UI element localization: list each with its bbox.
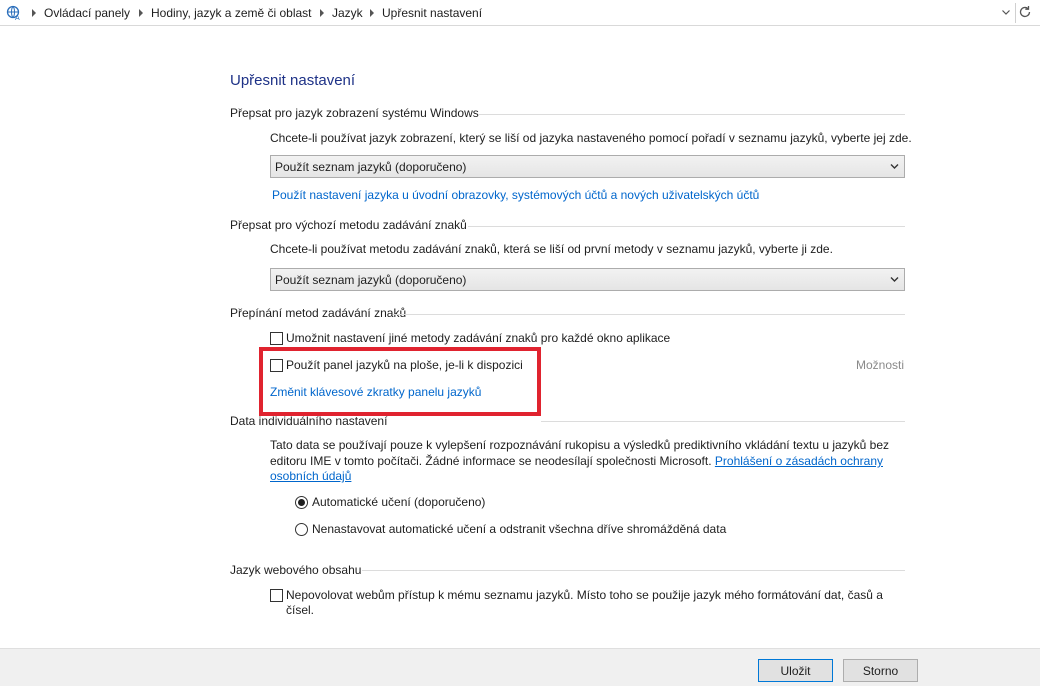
breadcrumb-separator-icon [139,9,143,17]
web-language-list-label-line2: čísel. [286,603,315,617]
personalization-text-line1: Tato data se používají pouze k vylepšení… [270,438,890,452]
chevron-down-icon [890,164,899,169]
welcome-screen-settings-link[interactable]: Použít nastavení jazyka u úvodní obrazov… [272,188,759,202]
display-language-select[interactable]: Použít seznam jazyků (doporučeno) [270,155,905,178]
per-app-input-label: Umožnit nastavení jiné metody zadávání z… [286,331,671,345]
web-language-list-checkbox[interactable] [270,589,283,602]
chevron-down-icon [890,277,899,282]
privacy-statement-link[interactable]: Prohlášení o zásadách ochrany [715,454,883,468]
personalization-text-line2-main: editoru IME v tomto počítači. Žádné info… [270,454,712,468]
per-app-input-checkbox[interactable] [270,332,283,345]
section-divider [362,570,905,571]
section-heading-switching: Přepínání metod zadávání znaků [230,306,407,320]
section-divider [468,226,905,227]
input-method-select-value: Použít seznam jazyků (doporučeno) [275,273,467,287]
no-auto-learning-label: Nenastavovat automatické učení a odstran… [312,522,727,536]
section-heading-input-method: Přepsat pro výchozí metodu zadávání znak… [230,218,467,232]
options-link[interactable]: Možnosti [856,358,904,372]
section-divider [478,114,905,115]
section-heading-personalization: Data individuálního nastavení [230,414,388,428]
web-language-list-label-line1: Nepovolovat webům přístup k mému seznamu… [286,588,883,602]
section-divider [541,421,905,422]
breadcrumb-item-control-panel[interactable]: Ovládací panely [44,6,130,20]
footer-bar: Uložit Storno [0,648,1040,686]
auto-learning-label: Automatické učení (doporučeno) [312,495,486,509]
highlight-box [259,347,541,416]
cancel-button[interactable]: Storno [843,659,918,682]
page-title: Upřesnit nastavení [230,72,356,89]
refresh-icon[interactable] [1018,5,1032,19]
save-button[interactable]: Uložit [758,659,833,682]
address-bar[interactable]: A Ovládací panely Hodiny, jazyk a země č… [0,0,1040,26]
breadcrumb-separator-icon [370,9,374,17]
section-heading-web-content: Jazyk webového obsahu [230,563,362,577]
section-divider [393,314,905,315]
breadcrumb-separator-icon [320,9,324,17]
breadcrumb-item-language[interactable]: Jazyk [332,6,363,20]
no-auto-learning-radio[interactable] [295,523,308,536]
radio-selected-dot [298,499,305,506]
breadcrumb-item-advanced-settings[interactable]: Upřesnit nastavení [382,6,482,20]
personalization-text-line2: editoru IME v tomto počítači. Žádné info… [270,454,883,468]
auto-learning-radio[interactable] [295,496,308,509]
address-divider [1015,3,1016,23]
breadcrumb-separator-icon [32,9,36,17]
svg-text:A: A [15,15,20,21]
section-heading-display-language: Přepsat pro jazyk zobrazení systému Wind… [230,106,479,120]
display-language-description: Chcete-li používat jazyk zobrazení, kter… [270,131,912,145]
input-method-description: Chcete-li používat metodu zadávání znaků… [270,242,833,256]
chevron-down-icon[interactable] [1002,8,1010,16]
display-language-select-value: Použít seznam jazyků (doporučeno) [275,160,467,174]
privacy-statement-link-continued[interactable]: osobních údajů [270,469,351,483]
breadcrumb-item-clock-language-region[interactable]: Hodiny, jazyk a země či oblast [151,6,312,20]
control-panel-icon: A [6,5,20,21]
input-method-select[interactable]: Použít seznam jazyků (doporučeno) [270,268,905,291]
